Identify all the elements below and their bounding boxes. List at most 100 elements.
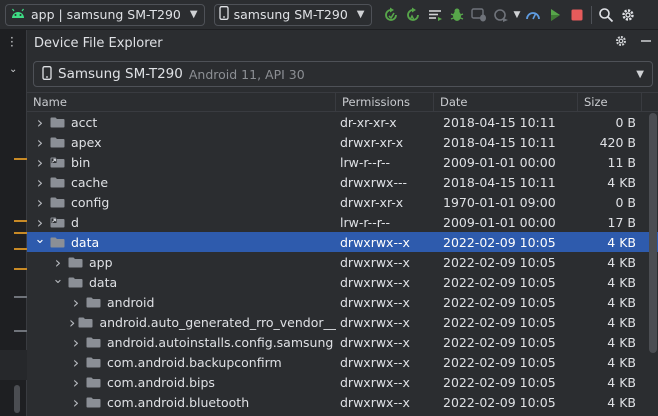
chevron-right-icon[interactable]: › xyxy=(69,353,83,372)
cell-date: 1970-01-01 09:00 xyxy=(443,194,556,210)
table-row[interactable]: › d lrw-r--r-- 2009-01-01 00:00 17 B xyxy=(27,212,658,232)
debug-bug-icon[interactable] xyxy=(446,4,468,26)
cell-permissions: drwxr-xr-x xyxy=(340,194,404,210)
gear-icon[interactable] xyxy=(617,4,639,26)
chevron-down-icon[interactable]: ▼ xyxy=(514,10,521,20)
cell-size: 4 KB xyxy=(607,374,636,390)
cell-date: 2022-02-09 10:05 xyxy=(443,334,556,350)
file-name: com.android.backupconfirm xyxy=(107,354,282,370)
chevron-right-icon[interactable]: › xyxy=(33,113,47,132)
cell-size: 4 KB xyxy=(607,394,636,410)
minimize-icon[interactable] xyxy=(640,35,652,51)
chevron-right-icon[interactable]: › xyxy=(69,333,83,352)
cell-permissions: drwxr-xr-x xyxy=(340,134,404,150)
cell-size: 0 B xyxy=(615,194,636,210)
folder-icon xyxy=(50,197,65,208)
profile-icon[interactable] xyxy=(490,4,512,26)
cell-permissions: drwxrwx--x xyxy=(340,334,410,350)
chevron-right-icon[interactable]: › xyxy=(69,313,75,332)
device-select-dropdown[interactable]: Samsung SM-T290 Android 11, API 30 ▼ xyxy=(33,61,653,87)
table-row[interactable]: › android.auto_generated_rro_vendor__ drwx… xyxy=(27,312,658,332)
chevron-down-icon: ▼ xyxy=(356,9,365,20)
logcat-icon[interactable] xyxy=(424,4,446,26)
cell-name: › acct xyxy=(27,112,336,132)
apply-changes-icon[interactable] xyxy=(380,4,402,26)
table-header: Name Permissions Date Size xyxy=(27,92,658,112)
cell-name: › com.android.backupconfirm xyxy=(27,352,336,372)
run-config-select[interactable]: app | samsung SM-T290 ▼ xyxy=(5,3,205,26)
toolbar-divider xyxy=(591,5,593,24)
table-row[interactable]: › com.android.bips drwxrwx--x 2022-02-09 10… xyxy=(27,372,658,392)
table-row[interactable]: › apex drwxr-xr-x 2018-04-15 10:11 420 B xyxy=(27,132,658,152)
apply-code-changes-icon[interactable] xyxy=(402,4,424,26)
device-name: Samsung SM-T290 xyxy=(58,66,183,82)
table-row[interactable]: › config drwxr-xr-x 1970-01-01 09:00 0 B xyxy=(27,192,658,212)
chevron-right-icon[interactable]: › xyxy=(33,213,47,232)
cell-permissions: drwxrwx--x xyxy=(340,374,410,390)
cell-name: › com.android.bips xyxy=(27,372,336,392)
column-header-date[interactable]: Date xyxy=(434,92,578,112)
table-scrollbar[interactable] xyxy=(649,113,657,353)
profiler-gauge-icon[interactable] xyxy=(522,4,544,26)
folder-icon xyxy=(50,117,65,128)
more-vertical-icon[interactable]: · · · xyxy=(10,32,14,52)
table-row[interactable]: › bin lrw-r--r-- 2009-01-01 00:00 11 B xyxy=(27,152,658,172)
gutter-marker xyxy=(14,158,27,160)
chevron-right-icon[interactable]: › xyxy=(33,193,47,212)
cell-permissions: drwxrwx--x xyxy=(340,254,410,270)
device-run-select[interactable]: samsung SM-T290 ▼ xyxy=(213,3,372,26)
search-icon[interactable] xyxy=(595,4,617,26)
gutter-marker xyxy=(14,232,27,234)
folder-icon xyxy=(86,297,101,308)
chevron-right-icon[interactable]: › xyxy=(33,153,47,172)
column-header-name[interactable]: Name xyxy=(27,92,336,112)
cell-name: › android.autoinstalls.config.samsung xyxy=(27,332,336,352)
chevron-right-icon[interactable]: › xyxy=(69,373,83,392)
editor-scrollbar[interactable] xyxy=(14,385,20,413)
run-config-label: app | samsung SM-T290 xyxy=(31,7,181,22)
cell-name: › cache xyxy=(27,172,336,192)
cell-size: 17 B xyxy=(607,214,636,230)
cell-name: › d xyxy=(27,212,336,232)
cell-date: 2009-01-01 00:00 xyxy=(443,214,556,230)
gutter-region xyxy=(0,350,27,380)
attach-debugger-icon[interactable] xyxy=(468,4,490,26)
file-name: android xyxy=(107,294,155,310)
table-row[interactable]: ⌄ data drwxrwx--x 2022-02-09 10:05 4 KB xyxy=(27,232,658,252)
table-row[interactable]: ⌄ data drwxrwx--x 2022-02-09 10:05 4 KB xyxy=(27,272,658,292)
cell-permissions: drwxrwx--- xyxy=(340,174,407,190)
folder-icon xyxy=(50,237,65,248)
table-row[interactable]: › app drwxrwx--x 2022-02-09 10:05 4 KB xyxy=(27,252,658,272)
table-row[interactable]: › com.android.bluetooth drwxrwx--x 2022-02-… xyxy=(27,392,658,412)
cell-date: 2022-02-09 10:05 xyxy=(443,394,556,410)
chevron-down-icon[interactable]: ⌄ xyxy=(9,64,17,75)
cell-name: › app xyxy=(27,252,336,272)
cell-date: 2022-02-09 10:05 xyxy=(443,254,556,270)
chevron-right-icon[interactable]: › xyxy=(33,173,47,192)
coverage-run-icon[interactable] xyxy=(544,4,566,26)
folder-icon xyxy=(86,337,101,348)
table-row[interactable]: › com.android.backupconfirm drwxrwx--x 2022… xyxy=(27,352,658,372)
cell-date: 2018-04-15 10:11 xyxy=(443,114,556,130)
chevron-down-icon[interactable]: ⌄ xyxy=(51,272,65,287)
chevron-down-icon: ▼ xyxy=(636,68,644,80)
cell-name: ⌄ data xyxy=(27,232,336,252)
main-toolbar: app | samsung SM-T290 ▼ samsung SM-T290 … xyxy=(0,0,658,30)
android-icon xyxy=(10,6,26,23)
table-row[interactable]: › acct dr-xr-xr-x 2018-04-15 10:11 0 B xyxy=(27,112,658,132)
table-row[interactable]: › cache drwxrwx--- 2018-04-15 10:11 4 KB xyxy=(27,172,658,192)
table-row[interactable]: › android.autoinstalls.config.samsung drwx… xyxy=(27,332,658,352)
chevron-down-icon[interactable]: ⌄ xyxy=(33,232,47,247)
cell-size: 0 B xyxy=(615,114,636,130)
chevron-right-icon[interactable]: › xyxy=(51,253,65,272)
column-header-size[interactable]: Size xyxy=(578,92,642,112)
cell-permissions: drwxrwx--x xyxy=(340,354,410,370)
gear-icon[interactable] xyxy=(614,34,628,52)
chevron-right-icon[interactable]: › xyxy=(69,393,83,412)
chevron-right-icon[interactable]: › xyxy=(69,293,83,312)
column-header-permissions[interactable]: Permissions xyxy=(336,92,434,112)
stop-icon[interactable] xyxy=(566,4,588,26)
table-row[interactable]: › android drwxrwx--x 2022-02-09 10:05 4 KB xyxy=(27,292,658,312)
chevron-right-icon[interactable]: › xyxy=(33,133,47,152)
cell-size: 4 KB xyxy=(607,334,636,350)
